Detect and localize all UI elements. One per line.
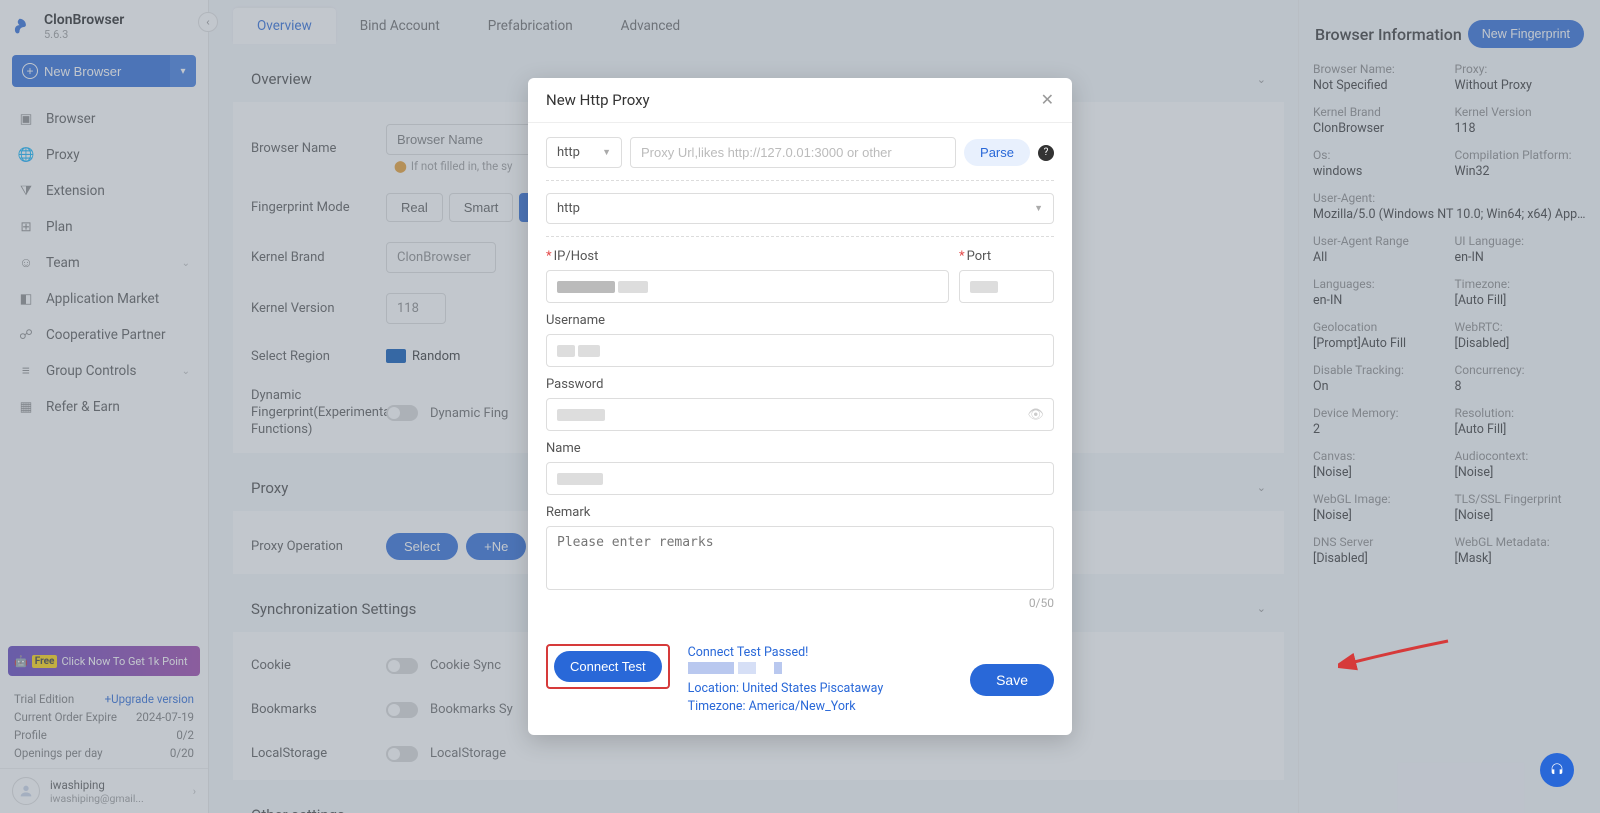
remark-textarea[interactable] — [546, 526, 1054, 590]
chevron-down-icon: ▼ — [1034, 203, 1043, 214]
headset-icon — [1549, 762, 1565, 778]
result-ip-line — [688, 662, 952, 680]
password-input[interactable] — [546, 398, 1054, 431]
new-http-proxy-modal: New Http Proxy ✕ http▼ Parse ? http▼ *IP… — [528, 78, 1072, 735]
connect-test-button[interactable]: Connect Test — [554, 651, 662, 682]
iphost-label: *IP/Host — [546, 249, 949, 264]
result-location: Location: United States Piscataway — [688, 680, 952, 698]
proxy-name-input[interactable] — [546, 462, 1054, 495]
scheme-select[interactable]: http▼ — [546, 137, 622, 168]
remark-counter: 0/50 — [546, 596, 1054, 610]
help-icon[interactable]: ? — [1038, 145, 1054, 161]
modal-title: New Http Proxy — [546, 91, 650, 109]
divider — [546, 236, 1054, 237]
remark-label: Remark — [546, 505, 1054, 520]
connect-result: Connect Test Passed! Location: United St… — [688, 644, 952, 717]
parse-button[interactable]: Parse — [964, 139, 1030, 166]
username-label: Username — [546, 313, 1054, 328]
port-label: *Port — [959, 249, 1054, 264]
save-button[interactable]: Save — [970, 664, 1054, 696]
connect-passed-text: Connect Test Passed! — [688, 644, 952, 662]
divider — [546, 180, 1054, 181]
result-timezone: Timezone: America/New_York — [688, 698, 952, 716]
proxy-url-input[interactable] — [630, 137, 956, 168]
scheme-select-2[interactable]: http▼ — [546, 193, 1054, 224]
iphost-input[interactable] — [546, 270, 949, 303]
connect-test-highlight: Connect Test — [546, 644, 670, 689]
name-label: Name — [546, 441, 1054, 456]
username-input[interactable] — [546, 334, 1054, 367]
close-icon[interactable]: ✕ — [1041, 90, 1054, 110]
support-fab[interactable] — [1540, 753, 1574, 787]
eye-icon[interactable]: 👁 — [1027, 407, 1044, 422]
password-label: Password — [546, 377, 1054, 392]
chevron-down-icon: ▼ — [602, 147, 611, 158]
port-input[interactable] — [959, 270, 1054, 303]
